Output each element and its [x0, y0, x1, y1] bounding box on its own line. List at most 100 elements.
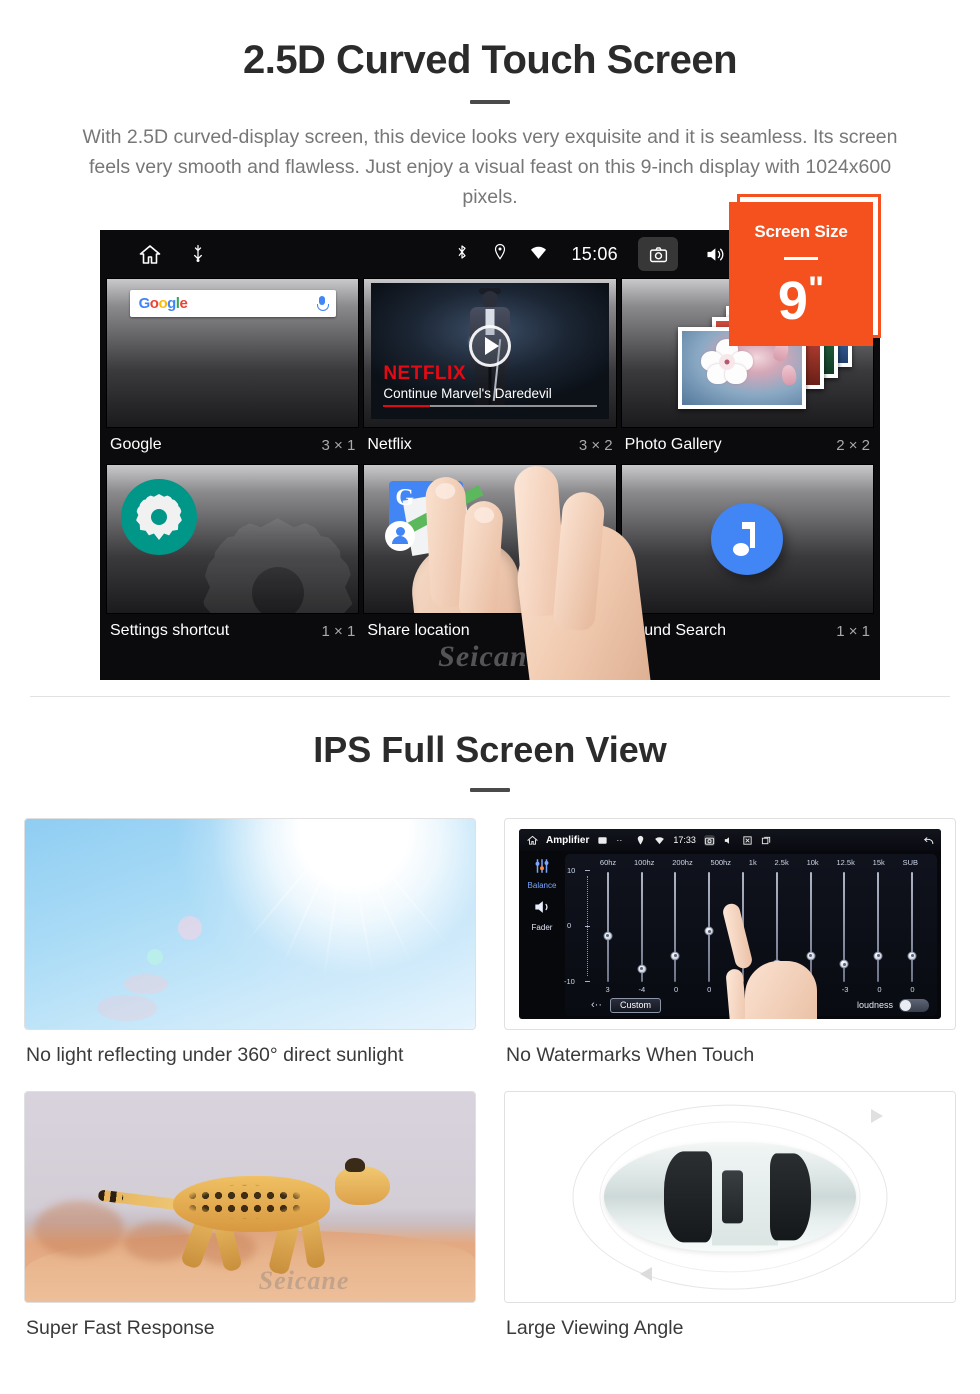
gear-watermark-icon — [202, 518, 353, 613]
amplifier-side-panel: Balance Fader — [519, 851, 565, 1019]
eq-slider[interactable] — [603, 872, 613, 982]
gain-value: 0 — [877, 985, 882, 994]
camera-icon[interactable] — [638, 237, 678, 271]
wifi-icon — [529, 243, 551, 265]
widget-cell-netflix[interactable]: NETFLIX Continue Marvel's Daredevil Netf… — [363, 278, 617, 464]
axis-bottom-label: -10 — [564, 977, 575, 986]
widget-cell-sound-search[interactable]: Sound Search 1 × 1 — [620, 464, 874, 650]
sunny-sky-photo — [24, 818, 476, 1030]
eq-slider[interactable] — [907, 872, 917, 982]
sound-search-widget[interactable] — [620, 464, 874, 614]
netflix-widget[interactable]: NETFLIX Continue Marvel's Daredevil — [363, 278, 617, 428]
gain-value: -4 — [638, 985, 646, 994]
home-icon[interactable] — [138, 243, 161, 265]
amplifier-title: Amplifier — [546, 834, 590, 846]
card-caption: No Watermarks When Touch — [506, 1044, 755, 1066]
car-top-view-illustration — [504, 1091, 956, 1303]
settings-gear-button[interactable] — [121, 479, 197, 555]
loudness-label: loudness — [856, 1000, 893, 1010]
image-icon[interactable] — [597, 835, 608, 846]
widget-size: 1 × 1 — [578, 622, 613, 640]
volume-icon[interactable] — [694, 237, 734, 271]
page-title: 2.5D Curved Touch Screen — [242, 38, 738, 82]
widget-name: Netflix — [367, 436, 412, 453]
recents-icon[interactable] — [761, 835, 772, 846]
fader-icon[interactable] — [519, 897, 565, 922]
prev-preset-icon[interactable]: ‹·· — [591, 999, 602, 1011]
sound-search-button[interactable] — [711, 503, 784, 575]
amplifier-body: Balance Fader 60hz 100hz 200hz 500hz 1k … — [519, 851, 941, 1019]
widget-size: 1 × 1 — [321, 622, 356, 640]
home-icon[interactable] — [526, 835, 539, 846]
widget-size: 2 × 2 — [836, 436, 870, 454]
camera-icon[interactable] — [703, 834, 715, 846]
volume-icon[interactable] — [723, 835, 734, 846]
preset-button[interactable]: Custom — [610, 997, 662, 1013]
watermark: Seicane — [258, 1266, 350, 1295]
microphone-icon[interactable] — [316, 296, 329, 311]
eq-slider[interactable] — [637, 872, 647, 982]
gain-value: 3 — [605, 985, 610, 994]
netflix-subtitle: Continue Marvel's Daredevil — [383, 386, 552, 401]
band-label: 100hz — [634, 858, 655, 867]
section-ips-full-screen: IPS Full Screen View No light reflecting… — [0, 697, 980, 1350]
amplifier-time: 17:33 — [673, 835, 696, 845]
rotation-arrow-icon — [640, 1267, 652, 1281]
widget-label-sound-search: Sound Search 1 × 1 — [621, 614, 874, 650]
badge-title: Screen Size — [754, 222, 848, 241]
amplifier-ui: Amplifier ·· 17:33 Balance Fader 60hz 10… — [519, 829, 941, 1019]
balance-label[interactable]: Balance — [519, 881, 565, 890]
gain-value: 0 — [674, 985, 679, 994]
widget-name: Sound Search — [624, 622, 727, 639]
share-location-widget[interactable]: G — [363, 464, 617, 614]
card-caption: No light reflecting under 360° direct su… — [26, 1044, 404, 1066]
usb-icon[interactable] — [188, 243, 210, 265]
settings-shortcut-widget[interactable] — [106, 464, 360, 614]
widget-label-share-location: Share location 1 × 1 — [363, 614, 616, 650]
band-label: 60hz — [599, 858, 617, 867]
widget-cell-settings-shortcut[interactable]: Settings shortcut 1 × 1 — [106, 464, 360, 650]
play-button-icon[interactable] — [468, 324, 511, 367]
section2-underline — [470, 788, 510, 792]
badge-unit: " — [807, 270, 825, 308]
wifi-icon — [654, 835, 665, 846]
eq-slider[interactable] — [873, 872, 883, 982]
feature-card-viewing-angle: Large Viewing Angle — [504, 1091, 956, 1350]
progress-bar — [383, 404, 597, 407]
rotation-arrow-icon — [871, 1108, 883, 1123]
band-label: SUB — [902, 858, 919, 867]
more-icon[interactable]: ·· — [616, 835, 627, 846]
widget-name: Google — [110, 436, 162, 453]
gear-icon — [136, 494, 182, 540]
widget-size: 1 × 1 — [836, 622, 870, 640]
eq-slider[interactable] — [704, 872, 714, 982]
bluetooth-icon — [453, 243, 475, 265]
widget-label-google: Google 3 × 1 — [106, 428, 359, 464]
fader-label[interactable]: Fader — [519, 923, 565, 932]
status-time: 15:06 — [571, 243, 618, 264]
badge-divider — [784, 257, 818, 260]
widget-cell-google[interactable]: Google Google 3 × 1 — [106, 278, 360, 464]
loudness-control[interactable]: loudness — [856, 998, 929, 1012]
eq-slider[interactable] — [670, 872, 680, 982]
widget-cell-share-location[interactable]: G Share location 1 × 1 — [363, 464, 617, 650]
axis-mid-label: 0 — [567, 921, 572, 930]
widget-label-settings-shortcut: Settings shortcut 1 × 1 — [106, 614, 359, 650]
frequency-band-labels: 60hz 100hz 200hz 500hz 1k 2.5k 10k 12.5k… — [565, 854, 937, 867]
google-search-bar[interactable]: Google — [129, 290, 336, 317]
back-arrow-icon[interactable] — [922, 835, 934, 846]
google-maps-icon[interactable]: G — [385, 481, 484, 556]
loudness-toggle[interactable] — [899, 998, 929, 1012]
balance-icon[interactable] — [519, 857, 565, 880]
widget-label-photo-gallery: Photo Gallery 2 × 2 — [621, 428, 874, 464]
band-label: 500hz — [710, 858, 731, 867]
google-search-widget[interactable]: Google — [106, 278, 360, 428]
widget-size: 3 × 1 — [321, 436, 356, 454]
feature-card-sunlight: No light reflecting under 360° direct su… — [24, 818, 476, 1077]
running-cheetah-photo: Seicane — [24, 1091, 476, 1303]
close-icon[interactable] — [742, 835, 753, 846]
axis-top-label: 10 — [567, 866, 576, 875]
eq-slider[interactable] — [839, 872, 849, 982]
netflix-thumbnail: NETFLIX Continue Marvel's Daredevil — [371, 283, 609, 419]
amplifier-equalizer-screenshot: Amplifier ·· 17:33 Balance Fader 60hz 10… — [504, 818, 956, 1030]
